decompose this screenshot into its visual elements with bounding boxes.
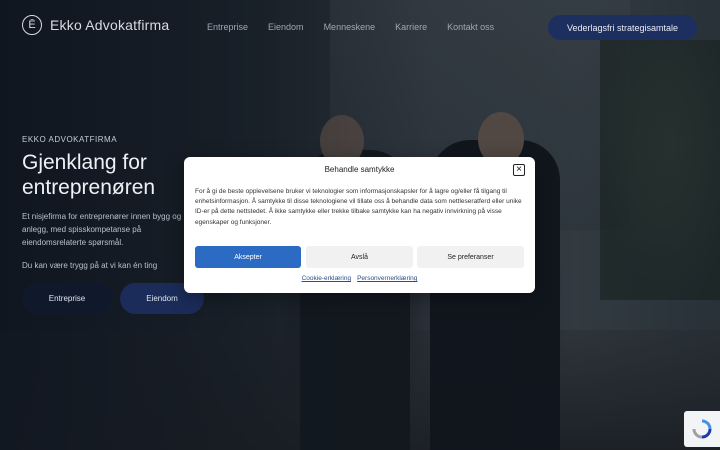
brand-logo[interactable]: Ē Ekko Advokatfirma: [22, 15, 169, 35]
recaptcha-badge[interactable]: [684, 411, 720, 447]
close-icon[interactable]: ×: [513, 164, 525, 176]
cookie-statement-link[interactable]: Cookie-erklæring: [302, 275, 352, 282]
main-menu: Entreprise Eiendom Menneskene Karriere K…: [207, 22, 494, 32]
consent-dialog: Behandle samtykke × For å gi de beste op…: [184, 157, 535, 293]
menu-item-menneskene[interactable]: Menneskene: [324, 22, 376, 32]
brand-name: Ekko Advokatfirma: [50, 17, 170, 33]
logo-icon: Ē: [22, 15, 42, 35]
accept-button[interactable]: Aksepter: [195, 246, 301, 268]
menu-item-kontakt[interactable]: Kontakt oss: [447, 22, 494, 32]
hero-headline: Gjenklang for entreprenøren: [22, 151, 156, 199]
hero-eyebrow: EKKO ADVOKATFIRMA: [22, 135, 118, 144]
hero-copy: EKKO ADVOKATFIRMA Gjenklang for entrepre…: [22, 135, 202, 270]
menu-item-eiendom[interactable]: Eiendom: [268, 22, 304, 32]
consent-links: Cookie-erklæring Personvernerklæring: [184, 275, 535, 282]
consent-title: Behandle samtykke: [324, 165, 395, 174]
top-nav: Ē Ekko Advokatfirma Entreprise Eiendom M…: [0, 0, 720, 54]
strategy-call-button[interactable]: Vederlagsfri strategisamtale: [548, 15, 697, 40]
entreprise-button[interactable]: Entreprise: [22, 283, 112, 314]
recaptcha-icon: [692, 419, 712, 439]
hero-lede-secondary: Du kan være trygg på at vi kan én ting: [22, 261, 158, 270]
hero-lede: Et nisjefirma for entreprenører innen by…: [22, 212, 182, 247]
consent-body: For å gi de beste opplevelsene bruker vi…: [195, 188, 522, 226]
menu-item-karriere[interactable]: Karriere: [395, 22, 427, 32]
menu-item-entreprise[interactable]: Entreprise: [207, 22, 248, 32]
deny-button[interactable]: Avslå: [306, 246, 413, 268]
preferences-button[interactable]: Se preferanser: [417, 246, 524, 268]
privacy-statement-link[interactable]: Personvernerklæring: [357, 275, 417, 282]
